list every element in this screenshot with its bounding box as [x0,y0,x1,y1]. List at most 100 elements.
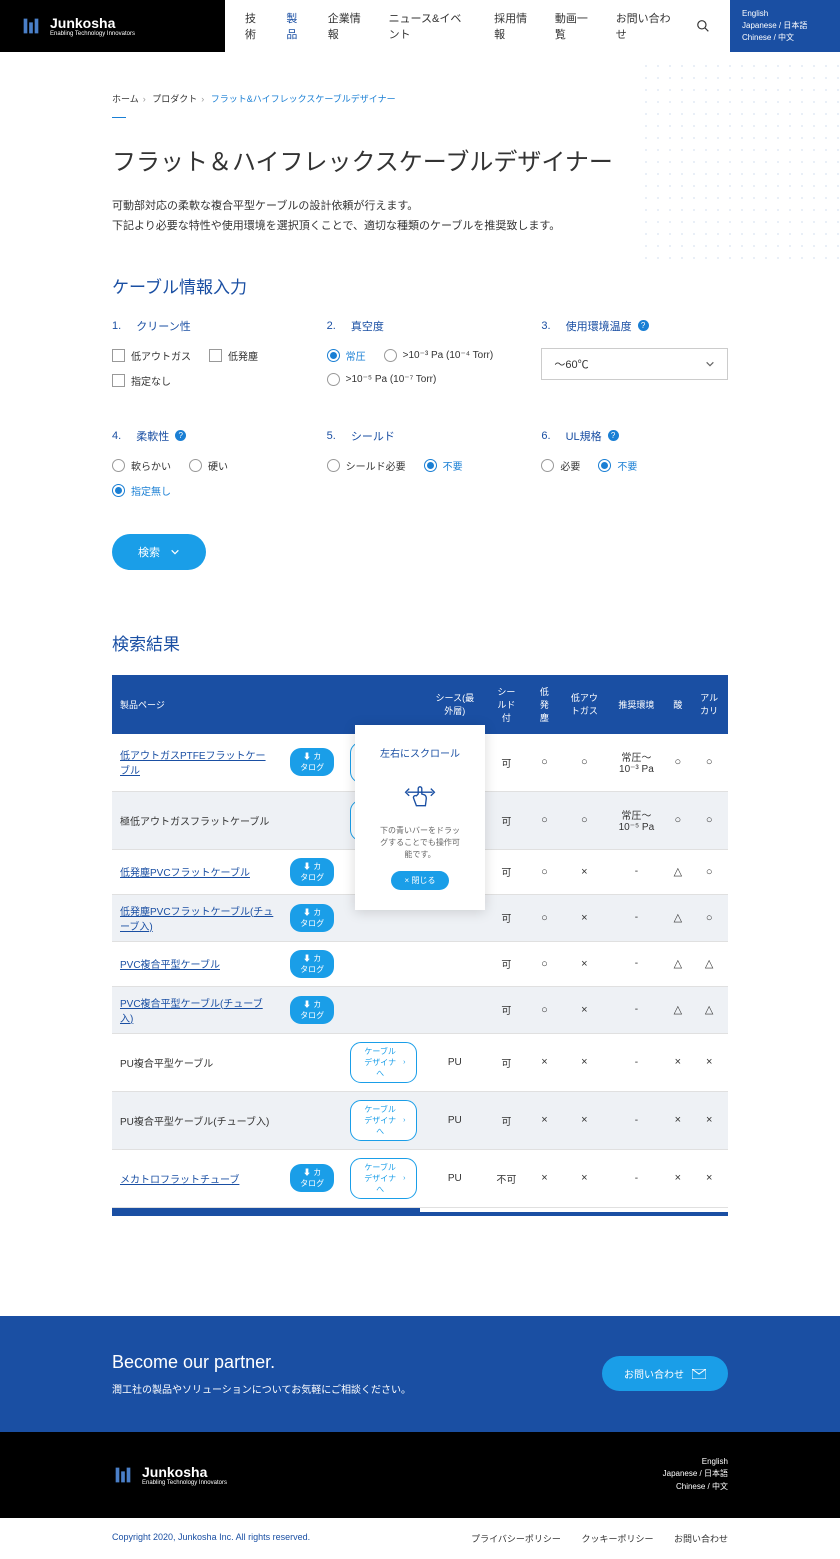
logo-text: Junkosha [50,15,115,31]
table-row: PU複合平型ケーブルケーブルデザイナへ ›PU可××-×× [112,1033,728,1091]
bc-home[interactable]: ホーム [112,94,139,104]
product-link[interactable]: PVC複合平型ケーブル [120,960,220,971]
lang-ja[interactable]: Japanese / 日本語 [742,20,828,32]
product-link[interactable]: メカトロフラットチューブ [120,1175,239,1186]
th-env: 推奨環境 [607,675,665,734]
rdo-soft[interactable]: 軟らかい [112,458,171,473]
catalog-pill[interactable]: ⬇ カタログ [290,858,334,886]
nav-contact[interactable]: お問い合わせ [616,10,674,42]
table-row: PVC複合平型ケーブル(チューブ入)⬇ カタログ可○×-△△ [112,986,728,1033]
flang-en[interactable]: English [702,1457,728,1466]
design-pill[interactable]: ケーブルデザイナへ › [350,1100,416,1141]
footer-lang: English Japanese / 日本語 Chinese / 中文 [663,1456,728,1494]
hand-swipe-icon [402,776,438,812]
chevron-down-icon [170,547,180,557]
th-dust: 低発塵 [528,675,562,734]
nav-products[interactable]: 製品 [286,10,305,42]
mail-icon [692,1369,706,1379]
main-nav: 技術 製品 企業情報 ニュース&イベント 採用情報 動画一覧 お問い合わせ [225,0,730,52]
lang-switcher: English Japanese / 日本語 Chinese / 中文 [730,0,840,52]
search-button[interactable]: 検索 [112,534,206,570]
product-link[interactable]: 低発塵PVCフラットケーブル(チューブ入) [120,907,273,933]
nav-video[interactable]: 動画一覧 [555,10,594,42]
help-icon[interactable]: ? [175,430,186,441]
flang-zh[interactable]: Chinese / 中文 [676,1482,728,1491]
help-icon[interactable]: ? [608,430,619,441]
chevron-down-icon [705,359,715,369]
chk-none[interactable]: 指定なし [112,373,171,388]
nav-news[interactable]: ニュース&イベント [389,10,473,42]
design-pill[interactable]: ケーブルデザイナへ › [350,1042,416,1083]
breadcrumb: ホーム› プロダクト› フラット&ハイフレックスケーブルデザイナー [112,92,728,105]
product-link[interactable]: PVC複合平型ケーブル(チューブ入) [120,999,263,1025]
catalog-pill[interactable]: ⬇ カタログ [290,950,334,978]
help-icon[interactable]: ? [638,320,649,331]
product-link[interactable]: 低アウトガスPTFEフラットケーブル [120,751,266,777]
link-privacy[interactable]: プライバシーポリシー [471,1534,561,1544]
product-link[interactable]: 低発塵PVCフラットケーブル [120,868,250,879]
catalog-pill[interactable]: ⬇ カタログ [290,904,334,932]
field-temp: 3. 使用環境温度? ～60℃ [541,318,728,388]
lang-en[interactable]: English [742,8,828,20]
section-results: 検索結果 [112,630,728,655]
partner-text: 潤工社の製品やソリューションについてお気軽にご相談ください。 [112,1381,411,1396]
field-ul: 6. UL規格? 必要 不要 [541,428,728,498]
link-cookie[interactable]: クッキーポリシー [581,1534,653,1544]
search-icon[interactable] [696,18,710,34]
rdo-ul-yes[interactable]: 必要 [541,458,580,473]
field-vacuum: 2. 真空度 常圧 >10⁻³ Pa (10⁻⁴ Torr) >10⁻⁵ Pa … [327,318,514,388]
flang-ja[interactable]: Japanese / 日本語 [663,1469,728,1478]
rdo-103[interactable]: >10⁻³ Pa (10⁻⁴ Torr) [384,348,494,363]
bc-product[interactable]: プロダクト [152,94,197,104]
catalog-pill[interactable]: ⬇ カタログ [290,1164,334,1192]
logo-icon [112,1464,134,1486]
rdo-shield-yes[interactable]: シールド必要 [327,458,406,473]
footer: JunkoshaEnabling Technology Innovators E… [0,1432,840,1518]
scroll-hint: 左右にスクロール 下の青いバーをドラッグすることでも操作可能です。 × 閉じる [355,725,485,910]
footer-bottom: Copyright 2020, Junkosha Inc. All rights… [0,1518,840,1559]
page-desc: 可動部対応の柔軟な複合平型ケーブルの設計依頼が行えます。下記より必要な特性や使用… [112,197,728,237]
rdo-shield-no[interactable]: 不要 [424,458,463,473]
logo[interactable]: JunkoshaEnabling Technology Innovators [0,0,225,52]
chk-dust[interactable]: 低発塵 [209,348,258,363]
table-row: メカトロフラットチューブ⬇ カタログケーブルデザイナへ ›PU不可××-×× [112,1149,728,1207]
table-row: PU複合平型ケーブル(チューブ入)ケーブルデザイナへ ›PU可××-×× [112,1091,728,1149]
temp-select[interactable]: ～60℃ [541,348,728,380]
nav-recruit[interactable]: 採用情報 [494,10,533,42]
rdo-105[interactable]: >10⁻⁵ Pa (10⁻⁷ Torr) [327,373,514,386]
field-clean: 1. クリーン性 低アウトガス 低発塵 指定なし [112,318,299,388]
partner-title: Become our partner. [112,1352,411,1373]
rdo-hard[interactable]: 硬い [189,458,228,473]
product-name: PU複合平型ケーブル(チューブ入) [120,1117,269,1128]
scroll-bar[interactable] [112,1208,420,1212]
form-grid: 1. クリーン性 低アウトガス 低発塵 指定なし 2. 真空度 常圧 >10⁻³… [112,318,728,498]
hint-text: 下の青いバーをドラッグすることでも操作可能です。 [379,825,461,861]
header: JunkoshaEnabling Technology Innovators 技… [0,0,840,52]
logo-icon [20,15,42,37]
page-title: フラット＆ハイフレックスケーブルデザイナー [112,142,728,177]
rdo-flexnone[interactable]: 指定無し [112,483,171,498]
th-gas: 低アウトガス [561,675,607,734]
copyright: Copyright 2020, Junkosha Inc. All rights… [112,1532,310,1545]
th-catalog [282,675,342,734]
rdo-atm[interactable]: 常圧 [327,348,366,363]
contact-button[interactable]: お問い合わせ [602,1356,728,1391]
nav-tech[interactable]: 技術 [245,10,264,42]
th-shield: シールド付 [485,675,528,734]
catalog-pill[interactable]: ⬇ カタログ [290,996,334,1024]
nav-company[interactable]: 企業情報 [328,10,367,42]
chk-outgas[interactable]: 低アウトガス [112,348,191,363]
footer-logo[interactable]: JunkoshaEnabling Technology Innovators [112,1464,227,1486]
link-contact[interactable]: お問い合わせ [674,1534,728,1544]
field-flex: 4. 柔軟性? 軟らかい 硬い 指定無し [112,428,299,498]
th-product: 製品ページ [112,675,282,734]
hint-title: 左右にスクロール [379,745,461,760]
rdo-ul-no[interactable]: 不要 [598,458,637,473]
lang-zh[interactable]: Chinese / 中文 [742,32,828,44]
hint-close-button[interactable]: × 閉じる [391,871,450,890]
section-input: ケーブル情報入力 [112,273,728,298]
design-pill[interactable]: ケーブルデザイナへ › [350,1158,416,1199]
catalog-pill[interactable]: ⬇ カタログ [290,748,334,776]
table-row: PVC複合平型ケーブル⬇ カタログ可○×-△△ [112,941,728,986]
breadcrumb-line [112,117,126,118]
